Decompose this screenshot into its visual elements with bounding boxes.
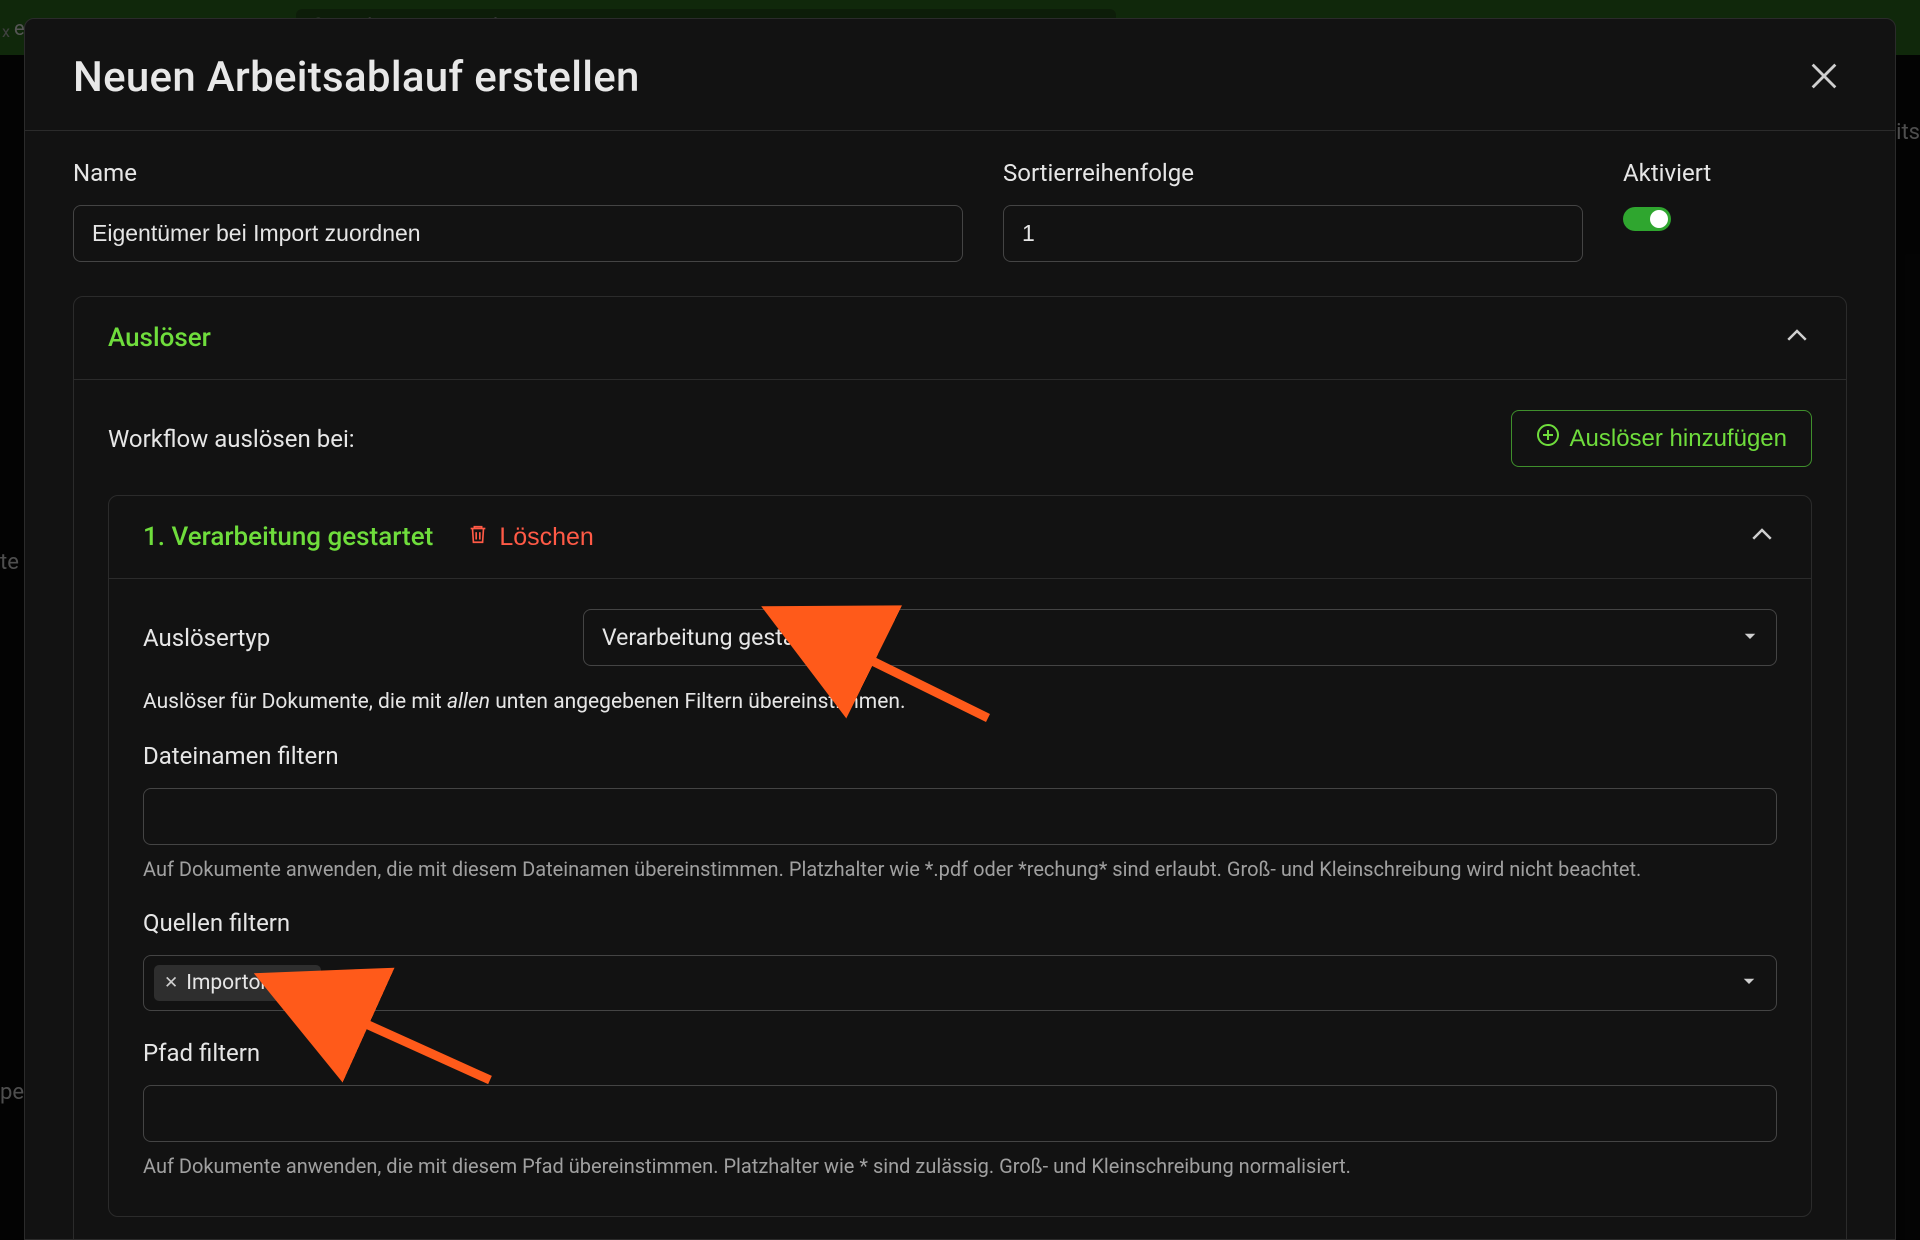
add-trigger-button[interactable]: Auslöser hinzufügen: [1511, 410, 1812, 467]
trigger-item-header-left: 1. Verarbeitung gestartet Löschen: [143, 522, 594, 553]
top-fields-row: Name Sortierreihenfolge Aktiviert: [73, 159, 1847, 262]
add-trigger-label: Auslöser hinzufügen: [1570, 425, 1787, 453]
remove-tag-icon[interactable]: ✕: [164, 975, 178, 992]
name-field: Name: [73, 159, 963, 262]
filename-filter-help: Auf Dokumente anwenden, die mit diesem D…: [143, 857, 1777, 881]
active-label: Aktiviert: [1623, 159, 1711, 187]
trash-icon: [467, 522, 489, 553]
triggers-section: Auslöser Workflow auslösen bei: Auslöser…: [73, 296, 1847, 1239]
trigger-item-title: 1. Verarbeitung gestartet: [143, 522, 433, 552]
active-field: Aktiviert: [1623, 159, 1711, 231]
trigger-type-value: Verarbeitung gestartet: [583, 609, 1777, 666]
hint-pre: Auslöser für Dokumente, die mit: [143, 690, 447, 714]
chevron-up-icon: [1747, 520, 1777, 554]
sort-order-field: Sortierreihenfolge: [1003, 159, 1583, 262]
hint-post: unten angegebenen Filtern übereinstimmen…: [490, 690, 905, 714]
sources-filter-label: Quellen filtern: [143, 909, 1777, 937]
close-icon: [1807, 81, 1841, 96]
filename-filter-label: Dateinamen filtern: [143, 742, 1777, 770]
trigger-item: 1. Verarbeitung gestartet Löschen: [108, 495, 1812, 1217]
modal-title: Neuen Arbeitsablauf erstellen: [73, 53, 640, 102]
close-button[interactable]: [1801, 53, 1847, 102]
modal-body: Name Sortierreihenfolge Aktiviert Auslös…: [25, 131, 1895, 1239]
hint-em: allen: [447, 690, 490, 714]
trigger-item-body: Auslösertyp Verarbeitung gestartet Auslö…: [109, 578, 1811, 1216]
chevron-up-icon: [1782, 321, 1812, 355]
path-filter-label: Pfad filtern: [143, 1039, 1777, 1067]
source-tag-label: Importordner: [186, 971, 309, 995]
name-input[interactable]: [73, 205, 963, 262]
trigger-filter-hint: Auslöser für Dokumente, die mit allen un…: [143, 690, 1777, 714]
caret-down-icon: [1741, 627, 1759, 649]
triggers-section-header[interactable]: Auslöser: [74, 297, 1846, 379]
path-filter-input[interactable]: [143, 1085, 1777, 1142]
triggers-header-row: Workflow auslösen bei: Auslöser hinzufüg…: [108, 410, 1812, 467]
source-tag: ✕ Importordner: [154, 965, 321, 1001]
triggers-section-title: Auslöser: [108, 323, 211, 353]
trigger-type-select[interactable]: Verarbeitung gestartet: [583, 609, 1777, 666]
delete-trigger-label: Löschen: [499, 523, 594, 552]
plus-circle-icon: [1536, 423, 1560, 454]
name-label: Name: [73, 159, 963, 187]
modal-header: Neuen Arbeitsablauf erstellen: [25, 19, 1895, 131]
create-workflow-modal: Neuen Arbeitsablauf erstellen Name Sorti…: [24, 18, 1896, 1240]
filename-filter-input[interactable]: [143, 788, 1777, 845]
trigger-type-row: Auslösertyp Verarbeitung gestartet: [143, 609, 1777, 666]
path-filter-help: Auf Dokumente anwenden, die mit diesem P…: [143, 1154, 1777, 1178]
trigger-type-label: Auslösertyp: [143, 624, 543, 652]
triggers-section-body: Workflow auslösen bei: Auslöser hinzufüg…: [74, 379, 1846, 1239]
active-toggle[interactable]: [1623, 207, 1671, 231]
sort-order-label: Sortierreihenfolge: [1003, 159, 1583, 187]
caret-down-icon: [1740, 972, 1758, 994]
trigger-item-header[interactable]: 1. Verarbeitung gestartet Löschen: [109, 496, 1811, 578]
sort-order-input[interactable]: [1003, 205, 1583, 262]
triggers-prompt: Workflow auslösen bei:: [108, 425, 355, 453]
delete-trigger-button[interactable]: Löschen: [467, 522, 594, 553]
sources-filter-input[interactable]: ✕ Importordner: [143, 955, 1777, 1011]
